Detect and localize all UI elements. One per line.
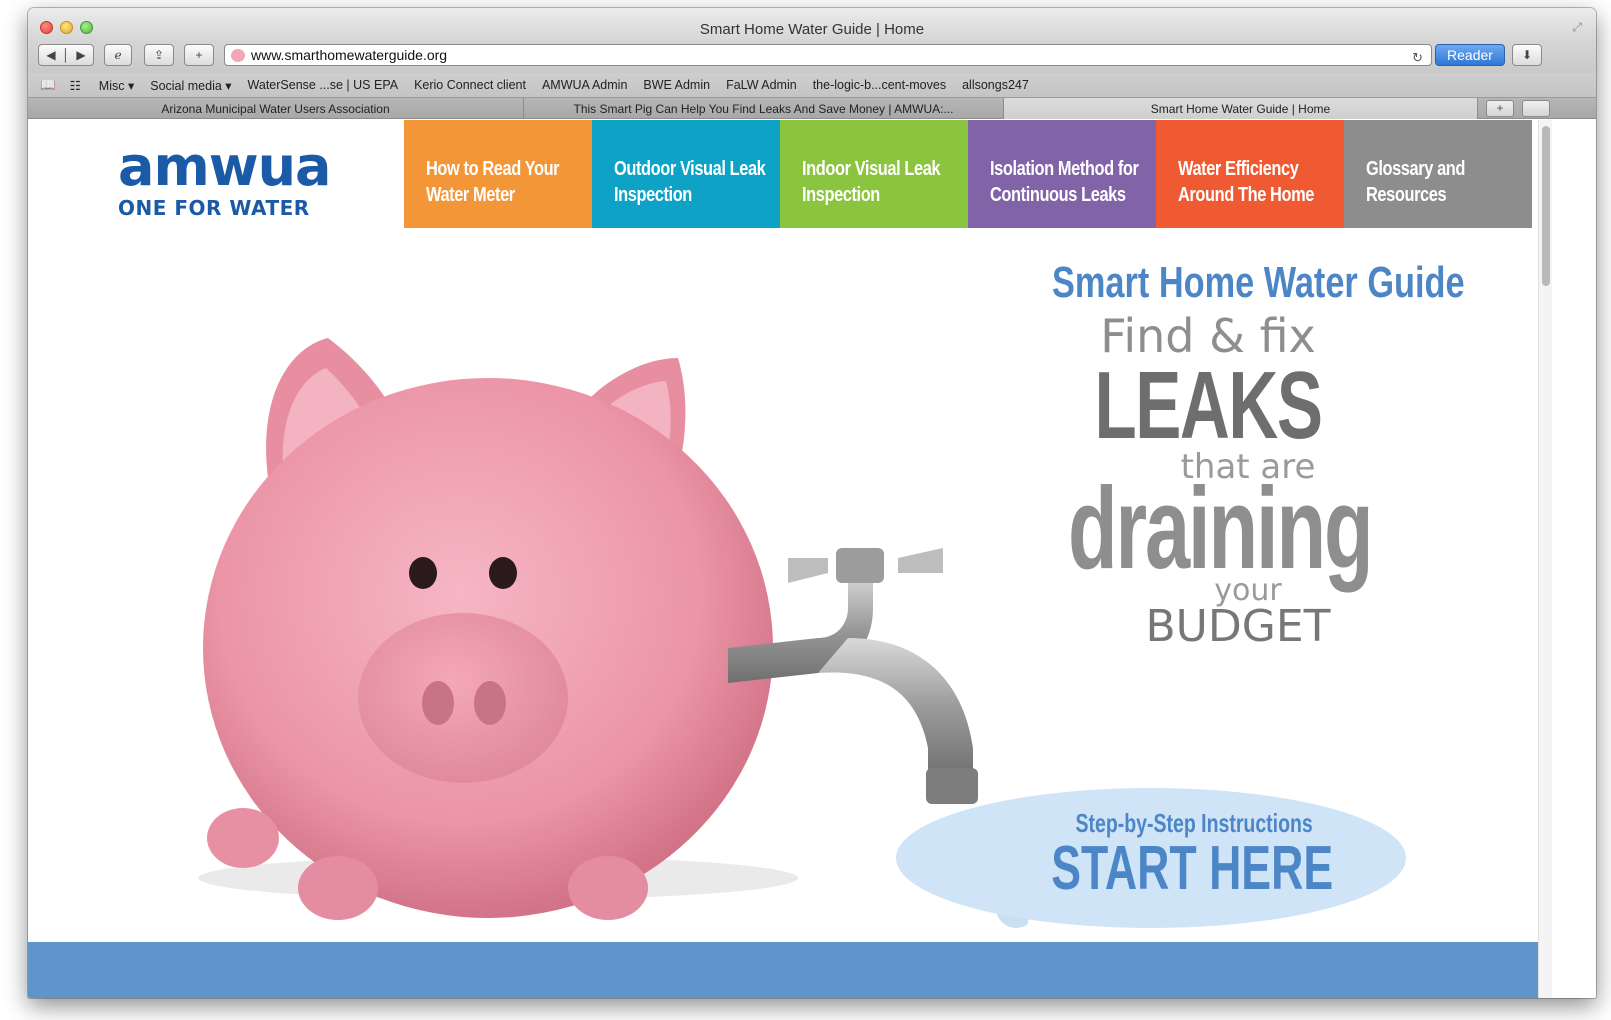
nav-isolation-method[interactable]: Isolation Method for Continuous Leaks xyxy=(968,120,1156,228)
main-nav: How to Read Your Water Meter Outdoor Vis… xyxy=(404,120,1532,228)
address-text: www.smarthomewaterguide.org xyxy=(251,47,448,63)
hero-draining: draining xyxy=(1068,463,1374,593)
forward-icon[interactable]: ▶ xyxy=(76,48,85,62)
vertical-scrollbar[interactable] xyxy=(1538,120,1552,998)
hero-budget: BUDGET xyxy=(1145,601,1331,652)
share-button[interactable]: ⇪ xyxy=(144,44,174,66)
nav-label-line1: Isolation Method for xyxy=(990,158,1139,180)
amwua-logo[interactable]: amwua ONE FOR WATER xyxy=(118,135,331,230)
nav-label-line1: Glossary and xyxy=(1366,158,1465,180)
nav-label-line2: Around The Home xyxy=(1178,184,1314,206)
top-sites-icon[interactable]: ☷ xyxy=(70,78,81,93)
browser-toolbar: ◀ │ ▶ ℯ ⇪ + www.smarthomewaterguide.org … xyxy=(28,40,1596,73)
nav-label-line2: Inspection xyxy=(802,184,880,206)
share-icon: ⇪ xyxy=(153,48,165,62)
nav-label-line2: Continuous Leaks xyxy=(990,184,1126,206)
scroll-thumb[interactable] xyxy=(1542,126,1550,286)
history-button[interactable]: ℯ xyxy=(104,44,132,66)
hero-title: Smart Home Water Guide xyxy=(1052,258,1465,307)
nav-label-line1: Outdoor Visual Leak xyxy=(614,158,766,180)
title-bar: Smart Home Water Guide | Home ⤢ xyxy=(28,8,1596,40)
tab-smart-pig[interactable]: This Smart Pig Can Help You Find Leaks A… xyxy=(524,98,1004,119)
history-icon: ℯ xyxy=(114,48,122,62)
hero-headline: Smart Home Water Guide Find & fix LEAKS … xyxy=(1008,258,1465,652)
bookmarks-bar: 📖 ☷ Misc ▾ Social media ▾ WaterSense ...… xyxy=(28,73,1596,97)
bookmark-item[interactable]: AMWUA Admin xyxy=(542,78,627,92)
tab-overview-button[interactable] xyxy=(1522,100,1550,117)
bookmark-item[interactable]: Misc ▾ xyxy=(99,78,134,93)
nav-label-line2: Water Meter xyxy=(426,184,515,206)
nav-label-line2: Inspection xyxy=(614,184,692,206)
bookmark-item[interactable]: FaLW Admin xyxy=(726,78,797,92)
back-forward-buttons[interactable]: ◀ │ ▶ xyxy=(38,44,94,66)
reload-icon[interactable]: ↻ xyxy=(1412,50,1423,66)
nav-label-line1: Water Efficiency xyxy=(1178,158,1299,180)
fullscreen-icon[interactable]: ⤢ xyxy=(1572,20,1582,35)
bookmark-item[interactable]: WaterSense ...se | US EPA xyxy=(248,78,399,92)
hero-leaks: LEAKS xyxy=(1094,352,1322,459)
nav-glossary-resources[interactable]: Glossary and Resources xyxy=(1344,120,1532,228)
downloads-button[interactable]: ⬇ xyxy=(1512,44,1542,66)
browser-window: Smart Home Water Guide | Home ⤢ ◀ │ ▶ ℯ … xyxy=(28,8,1596,998)
window-title: Smart Home Water Guide | Home xyxy=(699,21,925,38)
plus-icon: + xyxy=(195,48,203,62)
pig-favicon-icon xyxy=(231,49,245,62)
reading-list-icon[interactable]: 📖 xyxy=(40,78,56,93)
hero-banner: Smart Home Water Guide Find & fix LEAKS … xyxy=(28,228,1538,936)
add-bookmark-button[interactable]: + xyxy=(184,44,214,66)
tab-amwua[interactable]: Arizona Municipal Water Users Associatio… xyxy=(28,98,524,119)
logo-wordmark: amwua xyxy=(118,135,331,198)
download-icon: ⬇ xyxy=(1521,48,1533,62)
piggy-bank-faucet-illustration xyxy=(198,338,1028,928)
tab-smart-home-water-guide[interactable]: Smart Home Water Guide | Home xyxy=(1004,98,1478,119)
bookmark-item[interactable]: Social media ▾ xyxy=(150,78,231,93)
logo-tagline: ONE FOR WATER xyxy=(118,196,310,220)
back-icon[interactable]: ◀ xyxy=(46,48,55,62)
footer-band xyxy=(28,942,1538,998)
start-here-label[interactable]: START HERE xyxy=(1051,836,1333,902)
nav-indoor-leak-inspection[interactable]: Indoor Visual Leak Inspection xyxy=(780,120,968,228)
bookmark-item[interactable]: allsongs247 xyxy=(962,78,1029,92)
reader-button[interactable]: Reader xyxy=(1435,44,1505,66)
new-tab-button[interactable]: + xyxy=(1486,100,1514,117)
nav-label-line1: Indoor Visual Leak xyxy=(802,158,941,180)
web-page: amwua ONE FOR WATER How to Read Your Wat… xyxy=(28,120,1538,998)
nav-label-line2: Resources xyxy=(1366,184,1447,206)
nav-outdoor-leak-inspection[interactable]: Outdoor Visual Leak Inspection xyxy=(592,120,780,228)
address-bar[interactable]: www.smarthomewaterguide.org ↻ xyxy=(224,44,1432,66)
nav-water-efficiency[interactable]: Water Efficiency Around The Home xyxy=(1156,120,1344,228)
nav-label-line1: How to Read Your xyxy=(426,158,560,180)
bookmark-item[interactable]: Kerio Connect client xyxy=(414,78,526,92)
bookmark-item[interactable]: BWE Admin xyxy=(643,78,710,92)
nav-how-to-read-meter[interactable]: How to Read Your Water Meter xyxy=(404,120,592,228)
tab-bar: Arizona Municipal Water Users Associatio… xyxy=(28,97,1596,119)
bookmark-item[interactable]: the-logic-b...cent-moves xyxy=(813,78,946,92)
